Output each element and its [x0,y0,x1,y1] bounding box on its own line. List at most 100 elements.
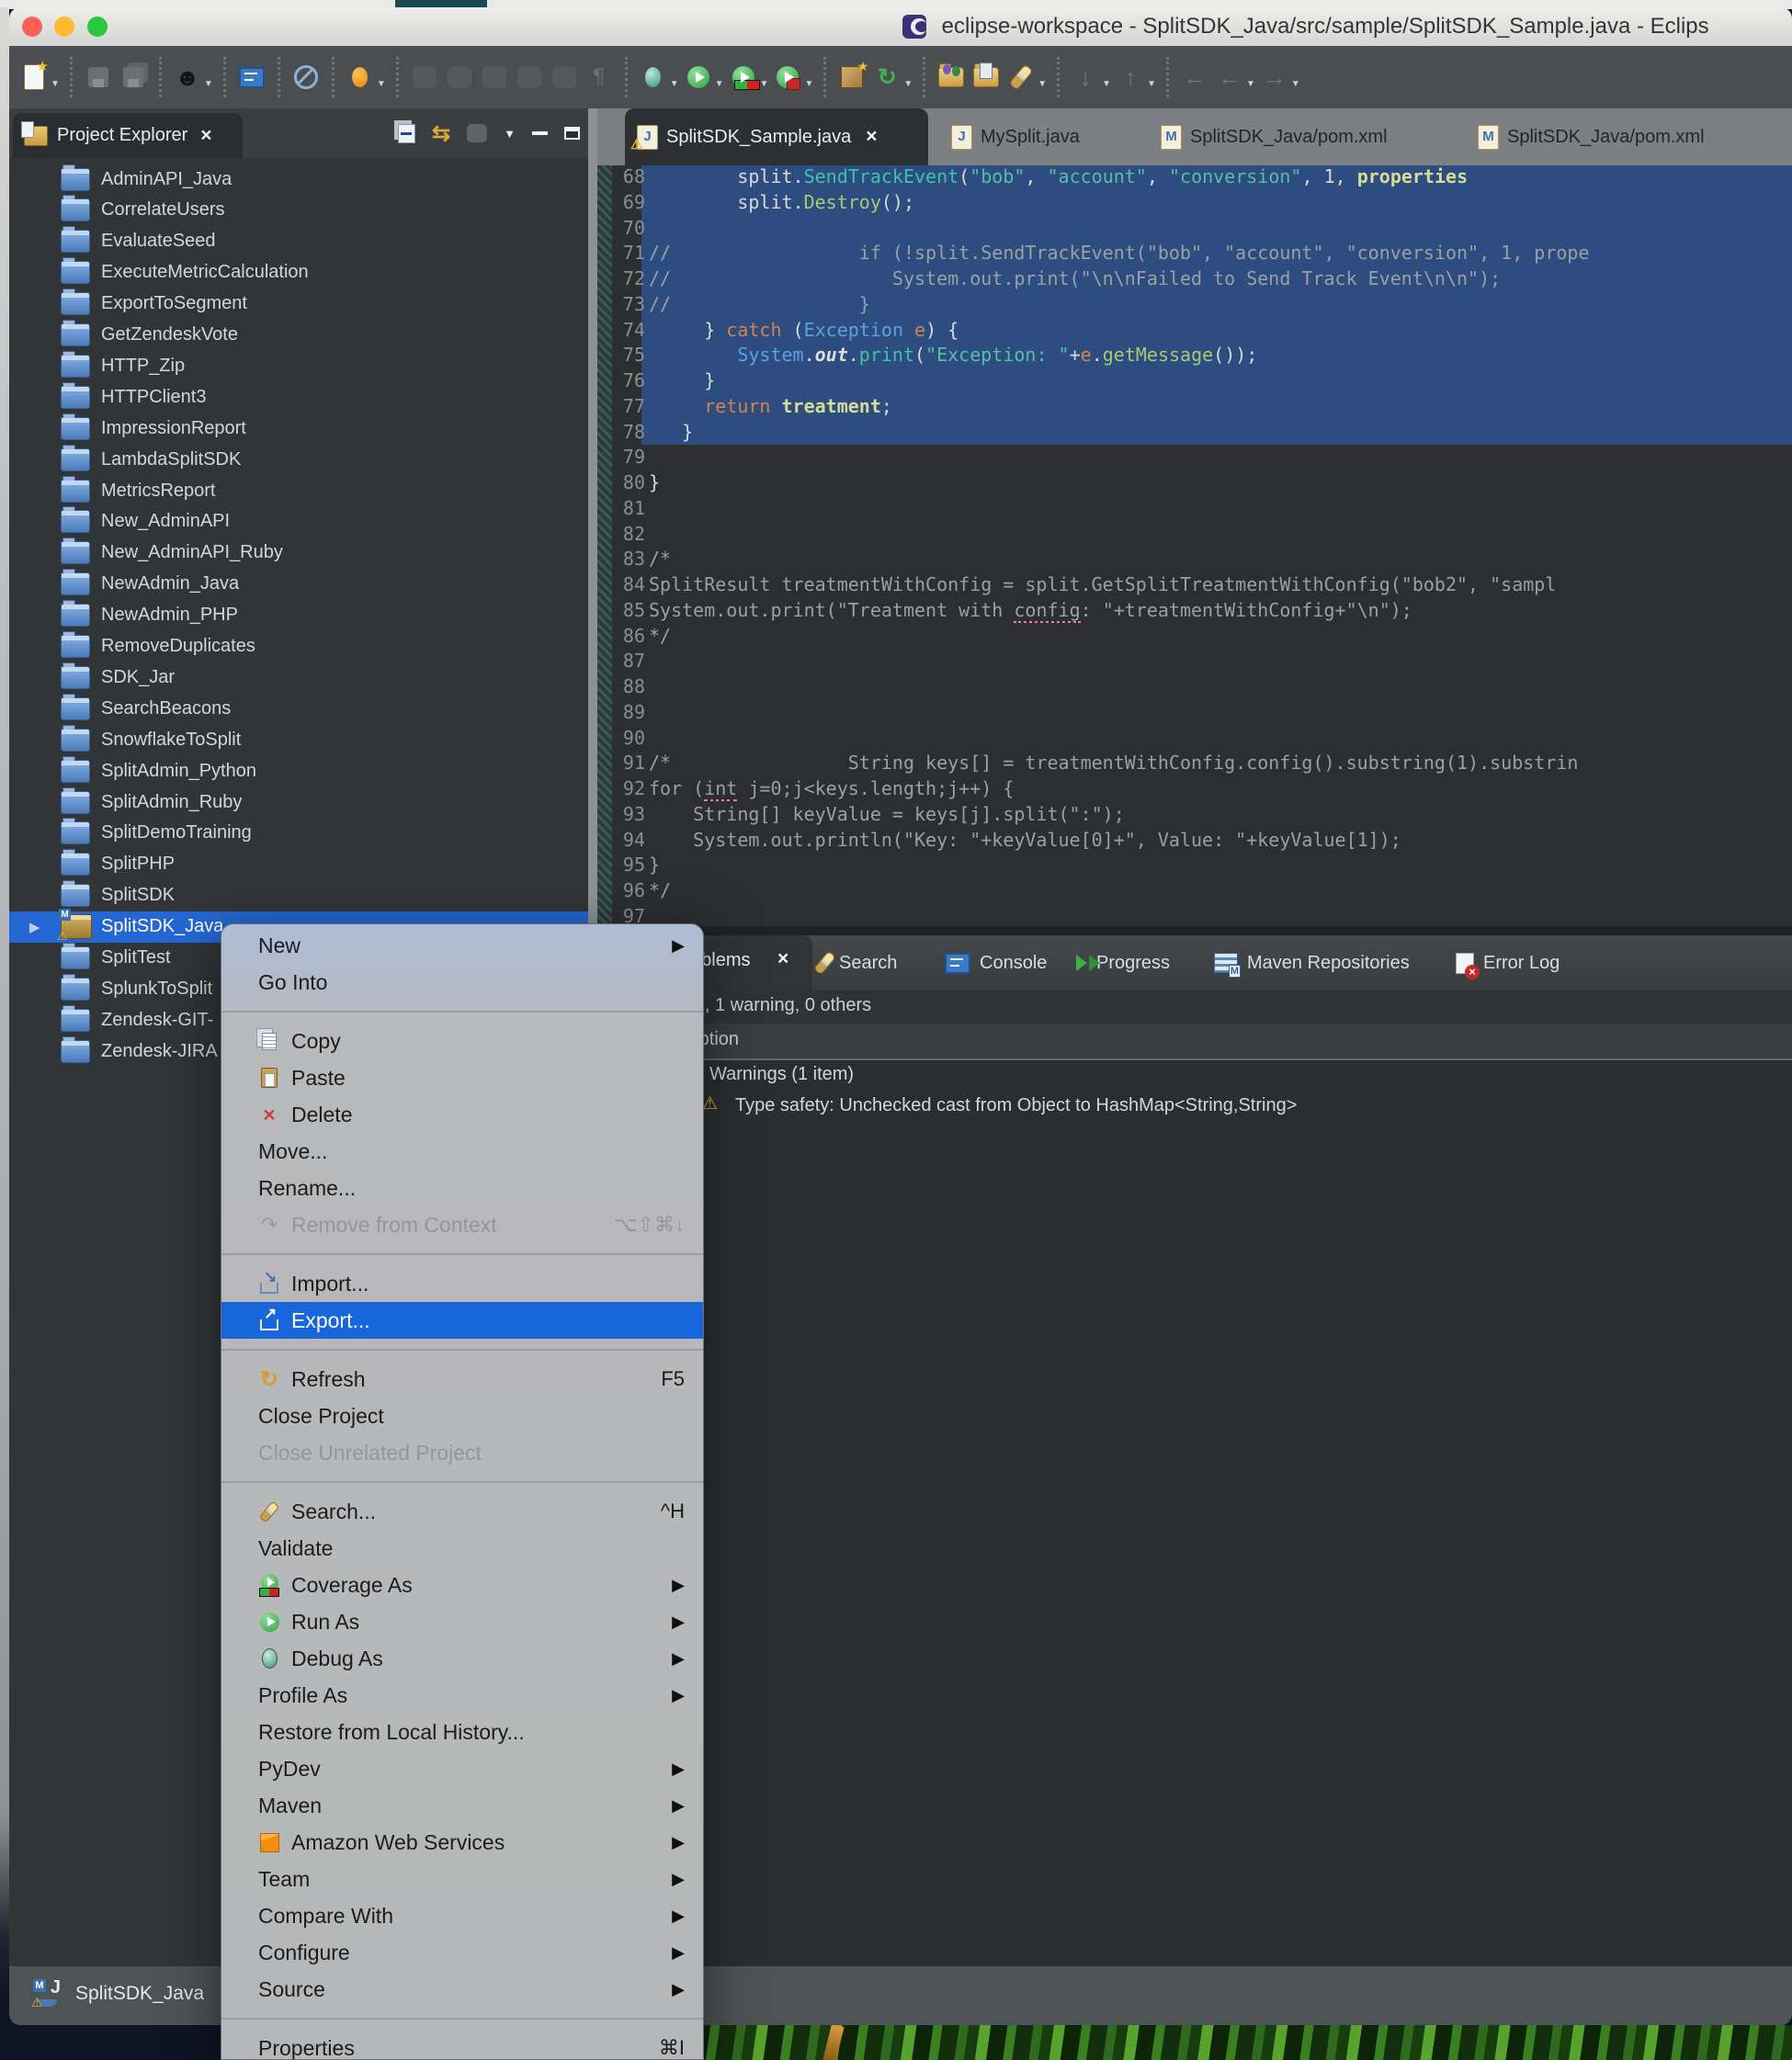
menu-item-team[interactable]: Team ▶ [221,1861,703,1897]
tree-item[interactable]: NewAdmin_PHP [9,600,588,631]
close-traffic-light[interactable] [22,17,42,37]
open-task-icon[interactable] [971,62,1001,93]
menu-item-go-into[interactable]: Go Into [221,964,703,1001]
close-icon[interactable]: × [866,126,877,148]
tree-item[interactable]: New_AdminAPI [9,506,588,538]
chevron-down-icon[interactable]: ▼ [1291,79,1300,89]
coverage-icon[interactable] [729,62,758,93]
tree-item[interactable]: HTTP_Zip [9,350,588,381]
editor-tab[interactable]: J⚠SplitSDK_Sample.java× [625,108,928,165]
chevron-down-icon[interactable]: ▼ [670,79,679,89]
menu-item-search[interactable]: Search... ^H [221,1493,703,1530]
menu-item-refresh[interactable]: ↻ Refresh F5 [221,1361,703,1398]
tree-item[interactable]: ExportToSegment [9,289,588,320]
tree-item[interactable]: MetricsReport [9,475,588,506]
panel-sash-horizontal[interactable] [597,926,1792,935]
zoom-traffic-light[interactable] [87,17,108,37]
chevron-down-icon[interactable]: ▼ [804,79,813,89]
maximize-view-button[interactable] [564,127,580,140]
tree-item[interactable]: RemoveDuplicates [9,631,588,662]
tab-search[interactable]: Search [820,935,897,990]
chevron-down-icon[interactable]: ▼ [760,79,769,89]
menu-item-import[interactable]: Import... [221,1265,703,1302]
tab-progress[interactable]: Progress [1076,935,1170,990]
code-editor[interactable]: 68 split.SendTrackEvent("bob", "account"… [597,165,1792,926]
tree-item[interactable]: SnowflakeToSplit [9,724,588,755]
chevron-down-icon[interactable]: ▼ [1246,79,1255,89]
profile-icon[interactable] [773,62,802,93]
chevron-down-icon[interactable]: ▼ [377,79,386,89]
titlebar[interactable]: eclipse-workspace - SplitSDK_Java/src/sa… [9,7,1792,47]
menu-item-paste[interactable]: Paste [221,1059,703,1096]
verify-bug-icon[interactable] [346,62,375,93]
chevron-down-icon[interactable]: ▼ [903,79,913,89]
editor-tab[interactable]: JMySplit.java [939,108,1143,165]
menu-item-copy[interactable]: Copy [221,1023,703,1059]
minimize-traffic-light[interactable] [54,17,74,37]
debug-icon[interactable] [639,62,668,93]
warning-item-row[interactable]: Type safety: Unchecked cast from Object … [735,1095,1297,1116]
expander-icon[interactable]: ▶ [29,919,40,935]
menu-item-configure[interactable]: Configure ▶ [221,1934,703,1971]
menu-item-source[interactable]: Source ▶ [221,1971,703,2008]
menu-item-export[interactable]: Export... [221,1302,703,1339]
editor-tab[interactable]: MSplitSDK_Java/pom.xml [1466,108,1746,165]
menu-item-amazon-web-services[interactable]: Amazon Web Services ▶ [221,1824,703,1861]
tree-item[interactable]: ExecuteMetricCalculation [9,257,588,289]
tree-item[interactable]: SearchBeacons [9,693,588,724]
tree-item[interactable]: ImpressionReport [9,413,588,444]
problems-column-header-row[interactable]: Description [597,1024,1792,1060]
close-icon[interactable]: × [777,948,788,970]
menu-item-profile-as[interactable]: Profile As ▶ [221,1677,703,1714]
tab-console[interactable]: Console [945,935,1047,990]
menu-item-validate[interactable]: Validate [221,1530,703,1567]
chevron-down-icon[interactable]: ▼ [1038,79,1047,89]
tab-maven-repositories[interactable]: Maven Repositories [1214,935,1410,990]
tab-project-explorer[interactable]: Project Explorer × [13,113,243,158]
remote-console-icon[interactable] [237,62,267,93]
new-wizard-icon[interactable] [19,62,49,93]
warnings-group-row[interactable]: Warnings (1 item) [709,1064,854,1085]
view-menu-button[interactable]: ▼ [504,127,516,141]
chevron-down-icon[interactable]: ▼ [1102,79,1111,89]
run-icon[interactable] [684,62,713,93]
collapse-all-button[interactable] [398,124,415,143]
menu-item-delete[interactable]: × Delete [221,1096,703,1133]
menu-item-maven[interactable]: Maven ▶ [221,1787,703,1824]
tree-item[interactable]: EvaluateSeed [9,226,588,257]
menu-item-restore-from-local-history[interactable]: Restore from Local History... [221,1714,703,1750]
chevron-down-icon[interactable]: ▼ [1147,79,1156,89]
tree-item[interactable]: SplitPHP [9,849,588,880]
tree-item[interactable]: NewAdmin_Java [9,569,588,600]
menu-item-rename[interactable]: Rename... [221,1170,703,1206]
menu-item-run-as[interactable]: Run As ▶ [221,1603,703,1640]
minimize-view-button[interactable] [532,131,548,135]
link-with-editor-button[interactable]: ⇆ [432,120,450,147]
search-torch-icon[interactable] [1006,62,1036,93]
menu-item-properties[interactable]: Properties ⌘I [221,2030,703,2060]
javadoc-icon[interactable]: ↻ [872,62,902,93]
new-jar-icon[interactable] [837,62,867,93]
menu-item-pydev[interactable]: PyDev ▶ [221,1750,703,1787]
tree-item[interactable]: SplitDemoTraining [9,818,588,849]
chevron-down-icon[interactable]: ▼ [204,79,213,89]
tree-item[interactable]: SplitAdmin_Python [9,755,588,787]
menu-item-move[interactable]: Move... [221,1133,703,1170]
chevron-down-icon[interactable]: ▼ [51,79,60,89]
tree-item[interactable]: New_AdminAPI_Ruby [9,538,588,569]
menu-item-coverage-as[interactable]: Coverage As ▶ [221,1567,703,1603]
editor-tab[interactable]: MSplitSDK_Java/pom.xml [1149,108,1424,165]
tree-item[interactable]: CorrelateUsers [9,195,588,226]
account-icon[interactable]: ☻ [173,62,202,93]
tree-item[interactable]: HTTPClient3 [9,381,588,413]
menu-item-compare-with[interactable]: Compare With ▶ [221,1897,703,1934]
chevron-down-icon[interactable]: ▼ [715,79,724,89]
tree-item[interactable]: LambdaSplitSDK [9,444,588,475]
open-type-icon[interactable] [936,62,966,93]
tab-error-log[interactable]: Error Log [1456,935,1559,990]
menu-item-debug-as[interactable]: Debug As ▶ [221,1640,703,1677]
tree-item[interactable]: SplitSDK [9,880,588,911]
skip-breakpoints-icon[interactable] [291,62,321,93]
close-icon[interactable]: × [200,125,211,147]
menu-item-new[interactable]: New ▶ [221,927,703,964]
